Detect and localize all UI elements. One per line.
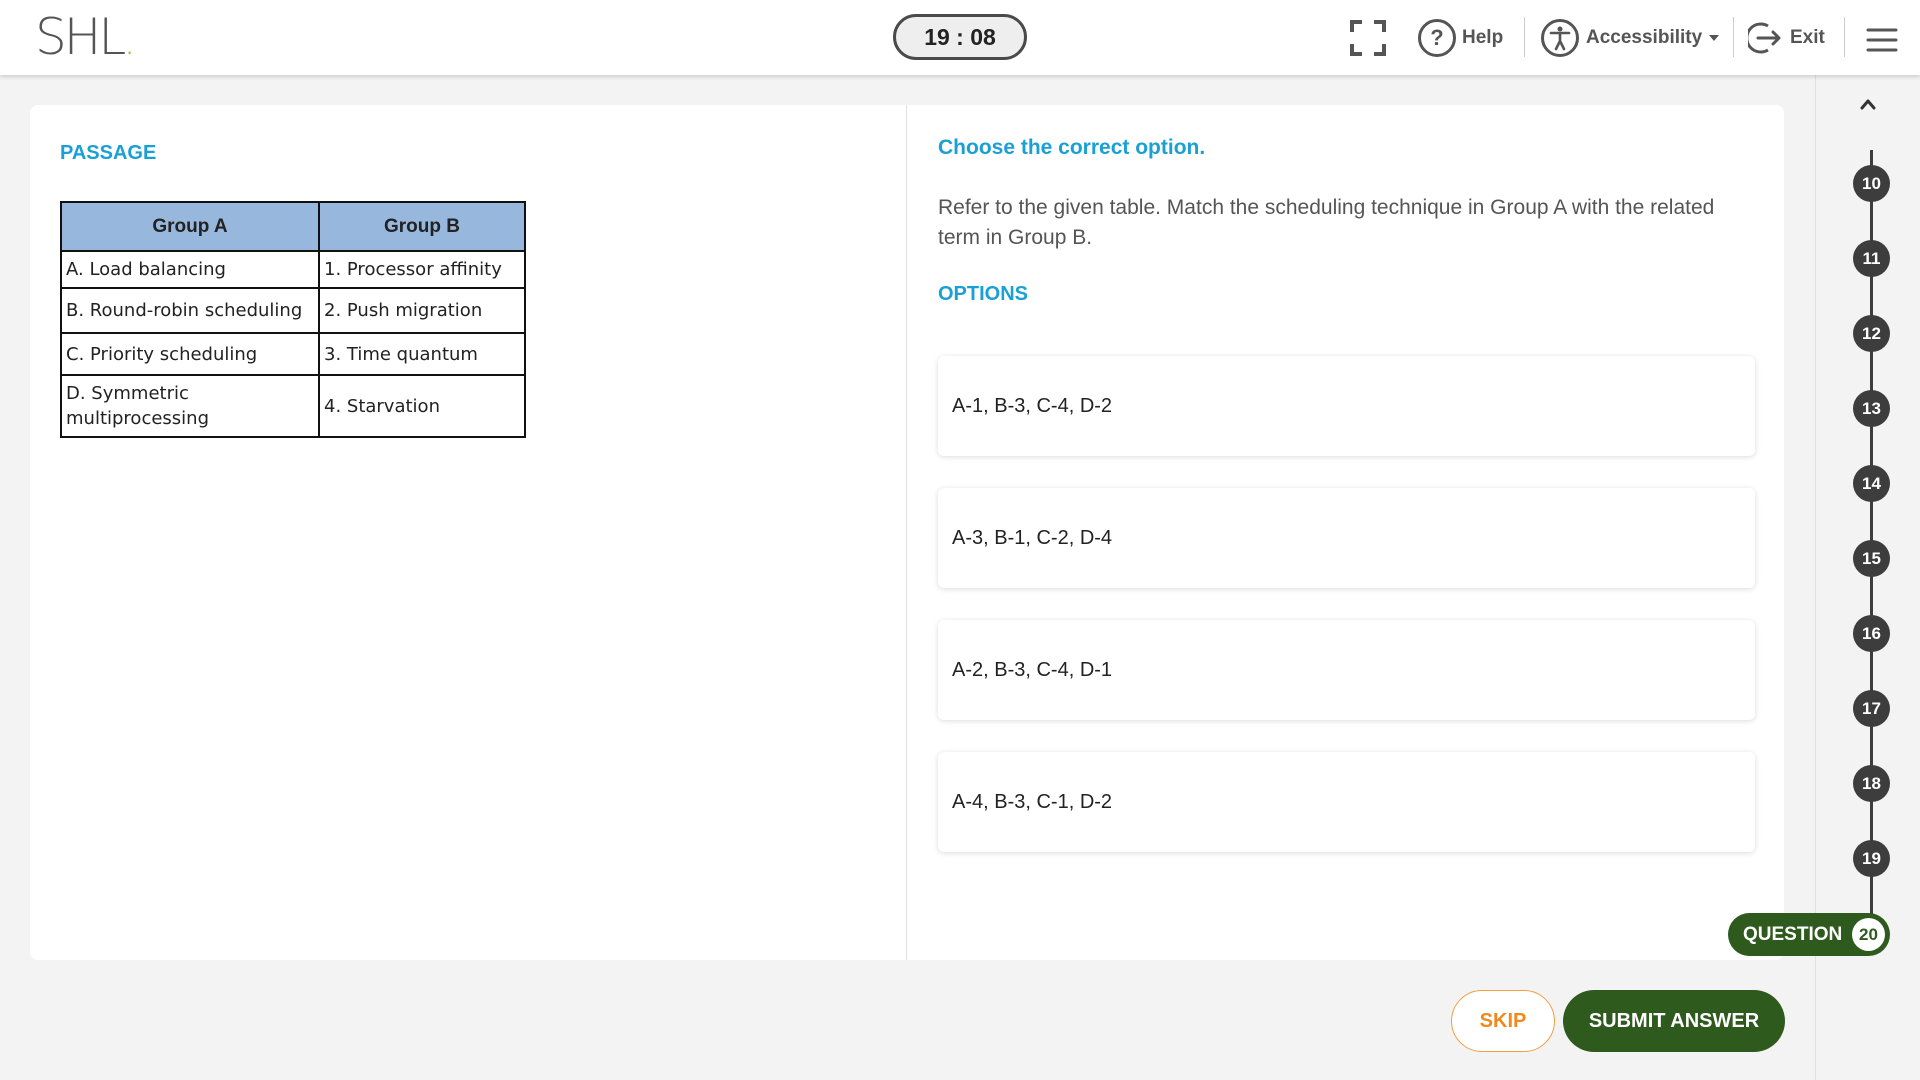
accessibility-button[interactable]: Accessibility — [1540, 18, 1720, 58]
table-row: B. Round-robin scheduling 2. Push migrat… — [60, 287, 526, 334]
table-cell: 3. Time quantum — [318, 332, 526, 376]
question-instruction: Choose the correct option. — [938, 136, 1206, 159]
shl-logo: SHL. — [35, 8, 136, 66]
table-cell: A. Load balancing — [60, 250, 320, 289]
exit-label: Exit — [1790, 27, 1825, 48]
accessibility-label: Accessibility — [1586, 27, 1703, 48]
table-header-group-a: Group A — [60, 201, 320, 252]
passage-title: PASSAGE — [60, 142, 157, 164]
help-label: Help — [1462, 27, 1504, 48]
current-question-label: QUESTION — [1743, 923, 1843, 945]
question-nav-10[interactable]: 10 — [1853, 165, 1890, 202]
table-cell: B. Round-robin scheduling — [60, 287, 320, 334]
chevron-up-icon[interactable] — [1860, 96, 1876, 112]
option-b[interactable]: A-3, B-1, C-2, D-4 — [938, 488, 1755, 588]
submit-answer-button[interactable]: SUBMIT ANSWER — [1563, 990, 1785, 1052]
question-nav-17[interactable]: 17 — [1853, 690, 1890, 727]
option-c[interactable]: A-2, B-3, C-4, D-1 — [938, 620, 1755, 720]
table-cell: 4. Starvation — [318, 374, 526, 438]
table-header-group-b: Group B — [318, 201, 526, 252]
question-nav-15[interactable]: 15 — [1853, 540, 1890, 577]
skip-button[interactable]: SKIP — [1451, 990, 1555, 1052]
caret-down-icon — [1709, 35, 1720, 41]
header-divider — [1524, 17, 1525, 57]
question-nav-11[interactable]: 11 — [1853, 240, 1890, 277]
table-cell: C. Priority scheduling — [60, 332, 320, 376]
question-nav-14[interactable]: 14 — [1853, 465, 1890, 502]
menu-button[interactable] — [1866, 20, 1898, 60]
panel-divider — [906, 105, 907, 960]
table-cell: 1. Processor affinity — [318, 250, 526, 289]
table-cell: 2. Push migration — [318, 287, 526, 334]
fullscreen-button[interactable] — [1350, 18, 1386, 58]
question-text: Refer to the given table. Match the sche… — [938, 196, 1715, 249]
question-nav-18[interactable]: 18 — [1853, 765, 1890, 802]
option-d[interactable]: A-4, B-3, C-1, D-2 — [938, 752, 1755, 852]
current-question-number: 20 — [1852, 918, 1885, 951]
header-divider — [1844, 17, 1845, 57]
option-a[interactable]: A-1, B-3, C-4, D-2 — [938, 356, 1755, 456]
exit-button[interactable]: Exit — [1748, 18, 1825, 58]
accessibility-icon — [1541, 19, 1579, 57]
top-bar: SHL. 19 : 08 ? Help Accessibility Exit — [0, 0, 1920, 75]
table-row: A. Load balancing 1. Processor affinity — [60, 250, 526, 289]
current-question-indicator: QUESTION 20 — [1728, 913, 1890, 956]
question-nav-19[interactable]: 19 — [1853, 840, 1890, 877]
option-label: A-4, B-3, C-1, D-2 — [952, 790, 1113, 813]
option-label: A-2, B-3, C-4, D-1 — [952, 658, 1113, 681]
fullscreen-icon — [1350, 20, 1386, 56]
option-label: A-1, B-3, C-4, D-2 — [952, 394, 1113, 417]
question-nav-16[interactable]: 16 — [1853, 615, 1890, 652]
table-row: C. Priority scheduling 3. Time quantum — [60, 332, 526, 376]
countdown-timer: 19 : 08 — [893, 14, 1027, 60]
options-title: OPTIONS — [938, 283, 1029, 305]
exit-icon — [1748, 22, 1781, 54]
passage-table: Group A Group B A. Load balancing 1. Pro… — [60, 201, 526, 438]
table-row: D. Symmetric multiprocessing 4. Starvati… — [60, 374, 526, 438]
table-cell: D. Symmetric multiprocessing — [60, 374, 320, 438]
hamburger-menu-icon — [1866, 28, 1898, 52]
question-nav-12[interactable]: 12 — [1853, 315, 1890, 352]
option-label: A-3, B-1, C-2, D-4 — [952, 526, 1113, 549]
question-mark-icon: ? — [1418, 19, 1456, 57]
header-divider — [1733, 17, 1734, 57]
question-nav-13[interactable]: 13 — [1853, 390, 1890, 427]
help-button[interactable]: ? Help — [1418, 18, 1503, 58]
